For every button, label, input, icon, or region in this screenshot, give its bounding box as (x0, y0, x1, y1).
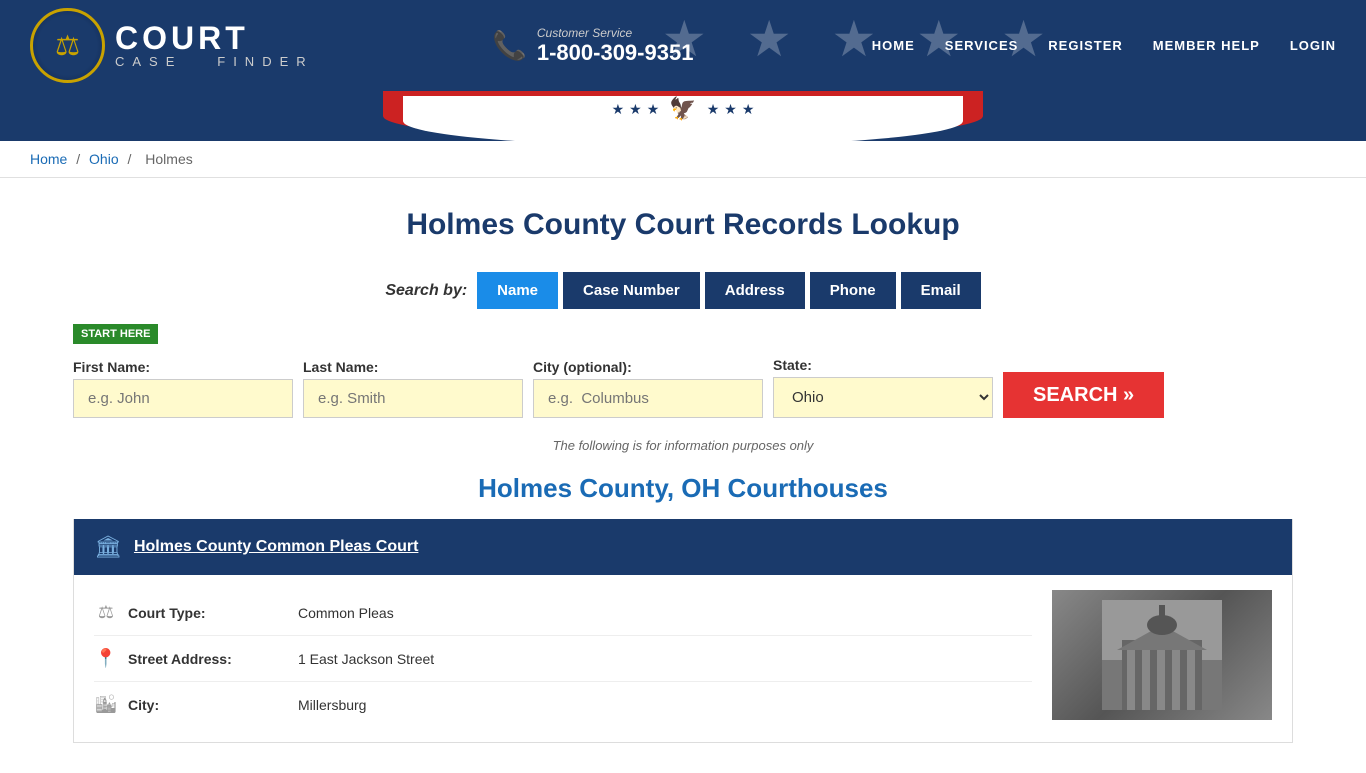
street-address-label: Street Address: (128, 651, 288, 667)
tab-address[interactable]: Address (705, 272, 805, 309)
search-by-label: Search by: (385, 282, 467, 300)
main-nav: HOME SERVICES REGISTER MEMBER HELP LOGIN (872, 38, 1336, 53)
nav-services[interactable]: SERVICES (945, 38, 1019, 53)
site-header: ⚖ COURT CASE FINDER 📞 Customer Service 1… (0, 0, 1366, 141)
tab-name[interactable]: Name (477, 272, 558, 309)
customer-service: 📞 Customer Service 1-800-309-9351 (492, 26, 693, 66)
city-input[interactable] (533, 379, 763, 418)
eagle-area: ★ ★ ★ 🦅 ★ ★ ★ (612, 96, 755, 122)
wave-banner: ★ ★ ★ 🦅 ★ ★ ★ (0, 91, 1366, 141)
first-name-group: First Name: (73, 359, 293, 418)
city-info-value: Millersburg (298, 697, 366, 713)
start-here-badge: START HERE (73, 324, 158, 344)
nav-register[interactable]: REGISTER (1048, 38, 1122, 53)
street-address-value: 1 East Jackson Street (298, 651, 434, 667)
breadcrumb-county: Holmes (145, 151, 192, 167)
courthouse-card: 🏛 Holmes County Common Pleas Court ⚖ Cou… (73, 519, 1293, 743)
first-name-input[interactable] (73, 379, 293, 418)
state-select[interactable]: Ohio Alabama Alaska Arizona (773, 377, 993, 418)
courthouse-info: ⚖ Court Type: Common Pleas 📍 Street Addr… (94, 590, 1032, 727)
gavel-icon: ⚖ (94, 602, 118, 623)
search-form-row: First Name: Last Name: City (optional): … (73, 357, 1293, 418)
courthouse-body: ⚖ Court Type: Common Pleas 📍 Street Addr… (74, 575, 1292, 742)
tab-phone[interactable]: Phone (810, 272, 896, 309)
courthouse-icon: 🏛 (94, 534, 122, 560)
city-info-label: City: (128, 697, 288, 713)
courthouse-header: 🏛 Holmes County Common Pleas Court (74, 519, 1292, 575)
main-content: Holmes County Court Records Lookup Searc… (33, 178, 1333, 773)
state-group: State: Ohio Alabama Alaska Arizona (773, 357, 993, 418)
cs-label: Customer Service (537, 26, 694, 40)
state-label: State: (773, 357, 993, 373)
eagle-icon: 🦅 (669, 96, 696, 122)
courthouse-name-link[interactable]: Holmes County Common Pleas Court (134, 538, 418, 556)
first-name-label: First Name: (73, 359, 293, 375)
city-row: 🏙 City: Millersburg (94, 682, 1032, 727)
logo-text: COURT CASE FINDER (115, 22, 314, 69)
courthouse-image (1052, 590, 1272, 720)
nav-member-help[interactable]: MEMBER HELP (1153, 38, 1260, 53)
last-name-input[interactable] (303, 379, 523, 418)
city-group: City (optional): (533, 359, 763, 418)
logo-emblem: ⚖ (30, 8, 105, 83)
search-section: Search by: Name Case Number Address Phon… (73, 272, 1293, 418)
logo-case-label: CASE FINDER (115, 54, 314, 69)
breadcrumb-state[interactable]: Ohio (89, 151, 119, 167)
court-type-value: Common Pleas (298, 605, 394, 621)
phone-icon: 📞 (492, 29, 527, 62)
city-icon: 🏙 (94, 694, 118, 715)
search-button[interactable]: SEARCH » (1003, 372, 1164, 418)
tab-email[interactable]: Email (901, 272, 981, 309)
cs-phone: 1-800-309-9351 (537, 40, 694, 66)
courthouses-title: Holmes County, OH Courthouses (73, 473, 1293, 504)
court-type-row: ⚖ Court Type: Common Pleas (94, 590, 1032, 636)
logo-court-label: COURT (115, 22, 314, 54)
nav-login[interactable]: LOGIN (1290, 38, 1336, 53)
last-name-label: Last Name: (303, 359, 523, 375)
court-type-label: Court Type: (128, 605, 288, 621)
street-address-row: 📍 Street Address: 1 East Jackson Street (94, 636, 1032, 682)
tab-case-number[interactable]: Case Number (563, 272, 700, 309)
info-note: The following is for information purpose… (73, 438, 1293, 453)
nav-home[interactable]: HOME (872, 38, 915, 53)
breadcrumb-home[interactable]: Home (30, 151, 67, 167)
last-name-group: Last Name: (303, 359, 523, 418)
search-by-row: Search by: Name Case Number Address Phon… (73, 272, 1293, 309)
location-icon: 📍 (94, 648, 118, 669)
logo-area: ⚖ COURT CASE FINDER (30, 8, 314, 83)
page-title: Holmes County Court Records Lookup (73, 208, 1293, 242)
city-label: City (optional): (533, 359, 763, 375)
courthouse-image-placeholder (1052, 590, 1272, 720)
breadcrumb: Home / Ohio / Holmes (0, 141, 1366, 178)
